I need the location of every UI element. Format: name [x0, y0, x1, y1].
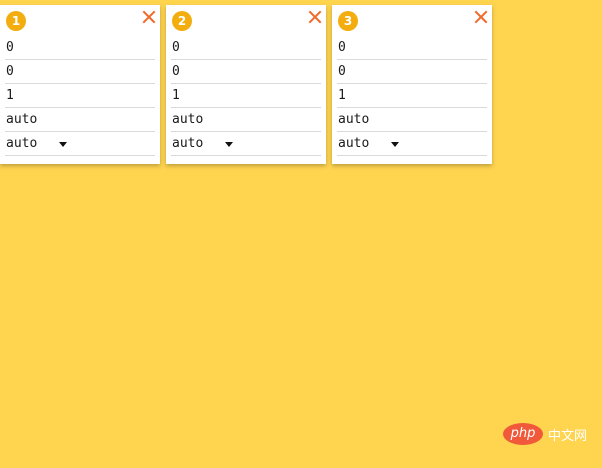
field-value: 1: [338, 88, 346, 103]
dropdown-value: auto: [172, 136, 204, 151]
field-value: auto: [6, 112, 38, 127]
field-1[interactable]: 0: [5, 36, 155, 60]
field-3[interactable]: 1: [5, 84, 155, 108]
php-logo: php: [503, 423, 543, 445]
dropdown-value: auto: [6, 136, 38, 151]
close-icon[interactable]: [474, 10, 488, 24]
item-number-badge: 2: [172, 11, 192, 31]
field-value: 0: [172, 40, 180, 55]
chevron-down-icon: [59, 142, 67, 147]
dropdown-value: auto: [338, 136, 370, 151]
close-icon[interactable]: [308, 10, 322, 24]
field-value: 1: [172, 88, 180, 103]
item-card-3: 3 0 0 1 auto auto: [332, 5, 492, 164]
field-4[interactable]: auto: [337, 108, 487, 132]
dropdown-field[interactable]: auto: [337, 132, 487, 156]
field-2[interactable]: 0: [337, 60, 487, 84]
field-value: 0: [338, 64, 346, 79]
field-4[interactable]: auto: [171, 108, 321, 132]
card-fields: 0 0 1 auto auto: [5, 36, 155, 156]
field-value: 1: [6, 88, 14, 103]
close-icon[interactable]: [142, 10, 156, 24]
item-number-badge: 3: [338, 11, 358, 31]
field-3[interactable]: 1: [337, 84, 487, 108]
field-3[interactable]: 1: [171, 84, 321, 108]
item-number-badge: 1: [6, 11, 26, 31]
card-list: 1 0 0 1 auto auto 2 0 0 1 auto auto 3 0 …: [0, 5, 492, 164]
chevron-down-icon: [225, 142, 233, 147]
field-1[interactable]: 0: [337, 36, 487, 60]
dropdown-field[interactable]: auto: [5, 132, 155, 156]
chevron-down-icon: [391, 142, 399, 147]
card-fields: 0 0 1 auto auto: [337, 36, 487, 156]
field-value: auto: [172, 112, 204, 127]
field-value: 0: [338, 40, 346, 55]
field-value: 0: [6, 64, 14, 79]
site-label: 中文网: [548, 428, 588, 444]
site-watermark: php 中文网: [503, 423, 587, 445]
dropdown-field[interactable]: auto: [171, 132, 321, 156]
field-2[interactable]: 0: [5, 60, 155, 84]
field-2[interactable]: 0: [171, 60, 321, 84]
card-fields: 0 0 1 auto auto: [171, 36, 321, 156]
field-value: 0: [172, 64, 180, 79]
item-card-2: 2 0 0 1 auto auto: [166, 5, 326, 164]
item-card-1: 1 0 0 1 auto auto: [0, 5, 160, 164]
field-value: auto: [338, 112, 370, 127]
field-4[interactable]: auto: [5, 108, 155, 132]
field-1[interactable]: 0: [171, 36, 321, 60]
field-value: 0: [6, 40, 14, 55]
